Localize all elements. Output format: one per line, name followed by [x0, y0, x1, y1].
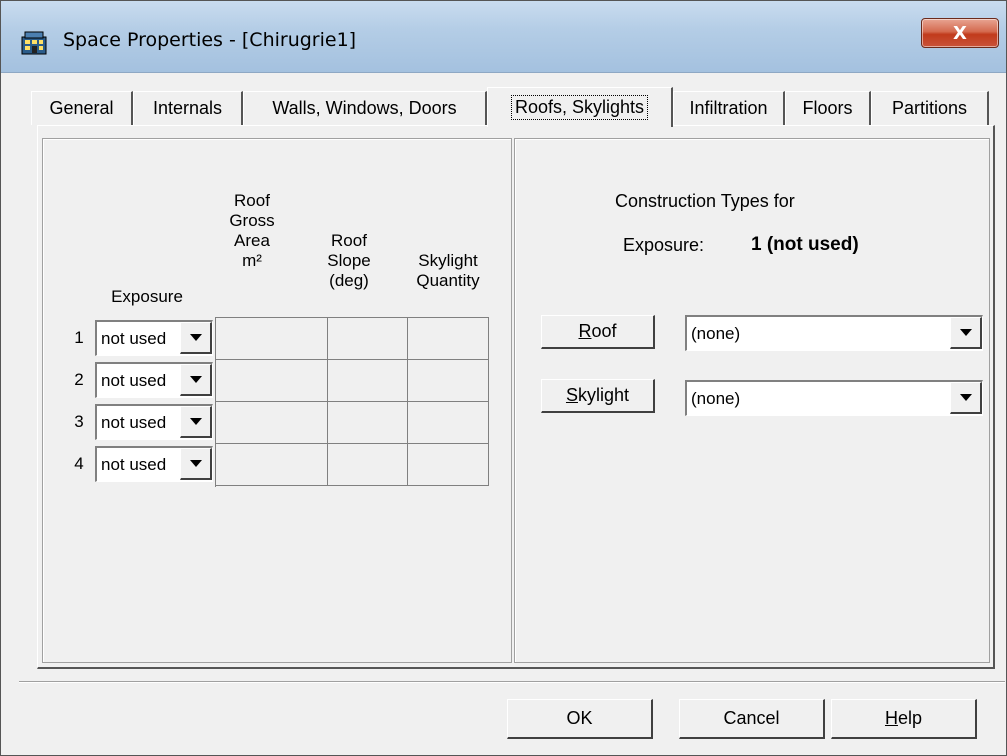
tab-floors[interactable]: Floors — [785, 91, 871, 125]
exposure-select-3[interactable]: not used — [95, 404, 213, 440]
mnemonic: H — [884, 708, 898, 728]
chevron-down-icon[interactable] — [180, 448, 212, 480]
exposure-select-2[interactable]: not used — [95, 362, 213, 398]
skylight-button[interactable]: Skylight — [541, 379, 655, 413]
header-skylight-quantity: Skylight Quantity — [416, 251, 480, 290]
quantity-cell-2[interactable] — [408, 360, 489, 402]
tab-strip: General Internals Walls, Windows, Doors … — [31, 87, 993, 127]
window-title: Space Properties - [Chirugrie1] — [63, 29, 357, 51]
roof-exposure-table: Exposure Roof Gross Area m² Roof Slope (… — [42, 138, 512, 663]
tab-panel-roofs-skylights: Exposure Roof Gross Area m² Roof Slope (… — [37, 125, 995, 669]
slope-cell-1[interactable] — [328, 318, 408, 360]
cancel-button[interactable]: Cancel — [679, 699, 825, 739]
button-label: elp — [897, 708, 923, 728]
tab-label: Walls, Windows, Doors — [272, 98, 457, 118]
tab-label: Partitions — [891, 98, 968, 118]
skylight-value: (none) — [691, 389, 741, 408]
space-properties-dialog: Space Properties - [Chirugrie1] X Genera… — [0, 0, 1007, 756]
slope-cell-4[interactable] — [328, 444, 408, 486]
close-button[interactable]: X — [921, 18, 999, 48]
footer-divider — [19, 681, 1005, 683]
mnemonic: R — [578, 321, 592, 341]
construction-types-panel: Construction Types for Exposure: 1 (not … — [514, 138, 990, 663]
ok-button[interactable]: OK — [507, 699, 653, 739]
exposure-value: not used — [101, 413, 167, 432]
exposure-value: not used — [101, 371, 167, 390]
slope-cell-2[interactable] — [328, 360, 408, 402]
button-label: Cancel — [723, 708, 780, 728]
header-roof-slope: Roof Slope (deg) — [327, 231, 371, 290]
tab-internals[interactable]: Internals — [133, 91, 243, 125]
row-number: 3 — [74, 412, 84, 431]
chevron-down-icon[interactable] — [950, 317, 982, 349]
button-label: OK — [566, 708, 593, 728]
skylight-construction-select[interactable]: (none) — [685, 380, 983, 416]
exposure-select-4[interactable]: not used — [95, 446, 213, 482]
data-grid — [215, 317, 489, 487]
title-bar[interactable]: Space Properties - [Chirugrie1] X — [1, 1, 1006, 73]
exposure-value: not used — [101, 329, 167, 348]
header-roof-gross-area: Roof Gross Area m² — [229, 191, 275, 270]
help-button[interactable]: Help — [831, 699, 977, 739]
row-number: 1 — [74, 328, 84, 347]
tab-label: General — [49, 98, 114, 118]
tab-general[interactable]: General — [31, 91, 133, 125]
quantity-cell-1[interactable] — [408, 318, 489, 360]
tab-label: Floors — [802, 98, 853, 118]
roof-value: (none) — [691, 324, 741, 343]
tab-label: Internals — [152, 98, 223, 118]
area-cell-1[interactable] — [216, 318, 328, 360]
quantity-cell-3[interactable] — [408, 402, 489, 444]
area-cell-4[interactable] — [216, 444, 328, 486]
slope-cell-3[interactable] — [328, 402, 408, 444]
tab-partitions[interactable]: Partitions — [871, 91, 989, 125]
chevron-down-icon[interactable] — [180, 322, 212, 354]
tab-label: Infiltration — [689, 98, 768, 118]
tab-label: Roofs, Skylights — [510, 95, 649, 120]
close-icon: X — [953, 22, 967, 44]
construction-heading: Construction Types for — [615, 191, 795, 211]
area-cell-2[interactable] — [216, 360, 328, 402]
tab-roofs-skylights[interactable]: Roofs, Skylights — [487, 87, 673, 127]
building-icon — [21, 31, 47, 55]
button-label: oof — [591, 321, 617, 341]
area-cell-3[interactable] — [216, 402, 328, 444]
roof-button[interactable]: Roof — [541, 315, 655, 349]
exposure-value: 1 (not used) — [751, 234, 859, 255]
row-number: 2 — [74, 370, 84, 389]
row-number: 4 — [74, 454, 84, 473]
quantity-cell-4[interactable] — [408, 444, 489, 486]
chevron-down-icon[interactable] — [180, 364, 212, 396]
tab-walls-windows-doors[interactable]: Walls, Windows, Doors — [243, 91, 487, 125]
mnemonic: S — [565, 385, 578, 405]
chevron-down-icon[interactable] — [180, 406, 212, 438]
button-label: kylight — [577, 385, 630, 405]
exposure-value: not used — [101, 455, 167, 474]
exposure-label: Exposure: — [623, 235, 705, 255]
header-exposure: Exposure — [111, 287, 183, 306]
tab-infiltration[interactable]: Infiltration — [673, 91, 785, 125]
chevron-down-icon[interactable] — [950, 382, 982, 414]
roof-construction-select[interactable]: (none) — [685, 315, 983, 351]
exposure-select-1[interactable]: not used — [95, 320, 213, 356]
